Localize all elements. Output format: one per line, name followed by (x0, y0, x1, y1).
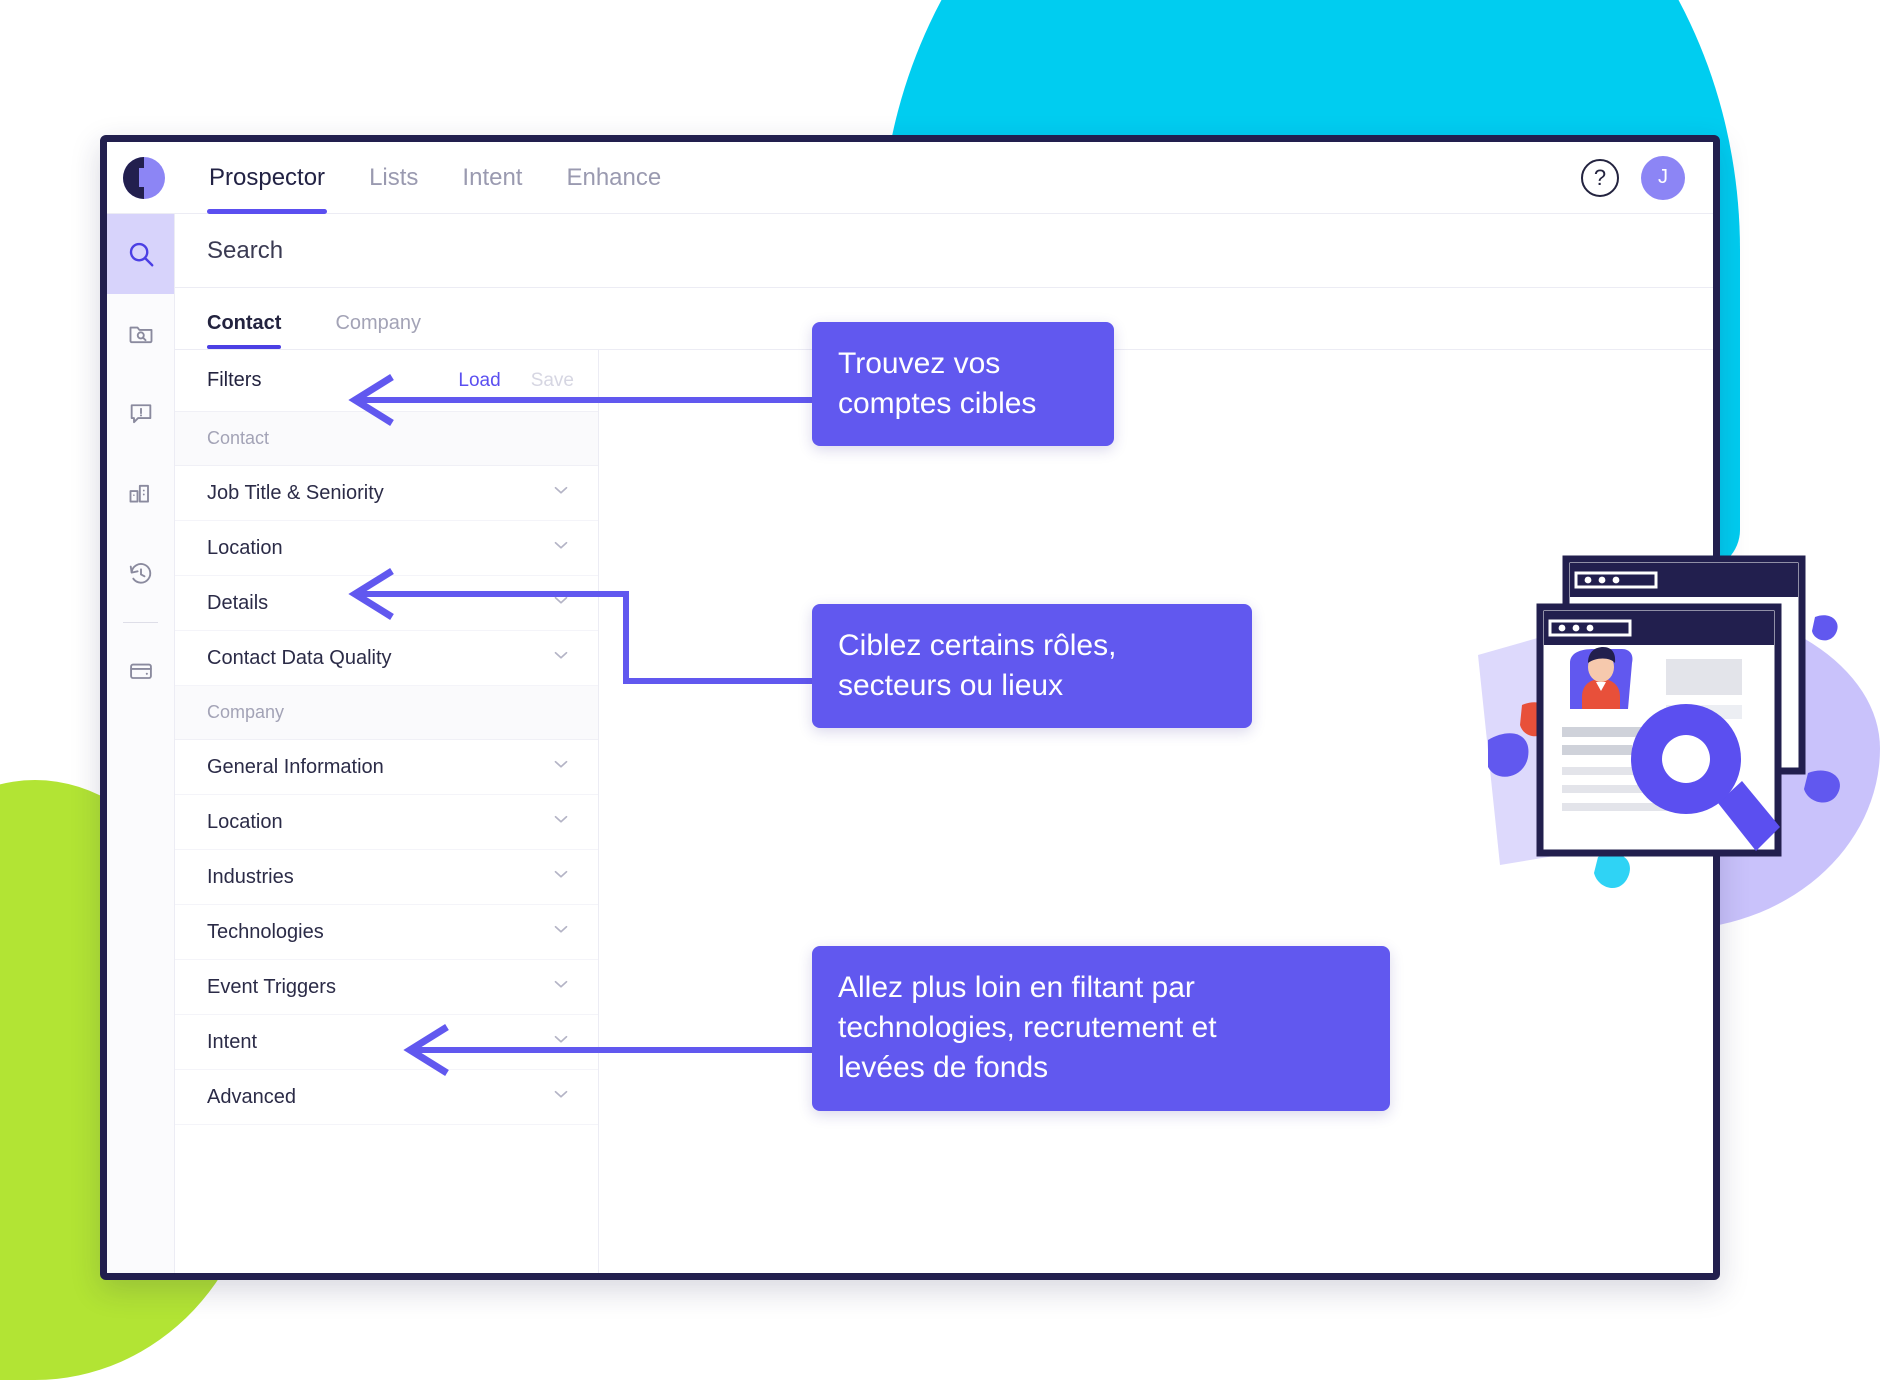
filter-row-label: Location (207, 536, 283, 559)
chevron-down-icon (550, 808, 572, 836)
rail-item-saved-searches[interactable] (107, 294, 174, 374)
filter-row-label: Job Title & Seniority (207, 481, 384, 504)
filter-row-advanced[interactable]: Advanced (175, 1070, 598, 1125)
chevron-down-icon (550, 973, 572, 1001)
nav-tab-enhance[interactable]: Enhance (544, 142, 683, 214)
filter-row-label: Technologies (207, 920, 324, 943)
help-icon[interactable]: ? (1581, 158, 1619, 197)
buildings-icon (127, 480, 155, 508)
logo-icon (123, 156, 165, 199)
avatar-initial: J (1658, 166, 1668, 188)
save-filters-button[interactable]: Save (531, 370, 574, 392)
nav-tab-lists[interactable]: Lists (347, 142, 440, 214)
chevron-down-icon (550, 589, 572, 617)
nav-tab-prospector-label: Prospector (209, 163, 326, 191)
filters-panel: Filters Load Save Contact Job Title & Se… (175, 350, 599, 1273)
nav-tab-prospector[interactable]: Prospector (187, 142, 347, 214)
filter-row-label: Advanced (207, 1085, 296, 1108)
filter-group-company-header: Company (175, 686, 598, 740)
history-clock-icon (127, 560, 155, 588)
wallet-icon (127, 657, 155, 685)
rail-item-alerts[interactable] (107, 374, 174, 454)
filter-group-contact-header: Contact (175, 412, 598, 466)
subtab-contact[interactable]: Contact (207, 312, 287, 349)
filter-row-technologies[interactable]: Technologies (175, 905, 598, 960)
chevron-down-icon (550, 534, 572, 562)
nav-tab-intent[interactable]: Intent (440, 142, 544, 214)
rail-item-billing[interactable] (107, 631, 174, 711)
load-filters-button[interactable]: Load (458, 370, 500, 392)
search-bar[interactable]: Search (175, 214, 1713, 288)
filter-row-intent[interactable]: Intent (175, 1015, 598, 1070)
nav-tab-intent-label: Intent (462, 163, 523, 191)
callout-find-target-accounts: Trouvez vos comptes cibles (812, 322, 1114, 447)
chevron-down-icon (550, 753, 572, 781)
filters-header: Filters Load Save (175, 350, 598, 412)
nav-tab-enhance-label: Enhance (566, 163, 662, 191)
filter-row-label: Intent (207, 1030, 258, 1053)
filter-row-label: Industries (207, 865, 294, 888)
callout-target-roles: Ciblez certains rôles, secteurs ou lieux (812, 604, 1252, 729)
top-navbar: Prospector Lists Intent Enhance ? J (107, 142, 1713, 214)
filter-row-job-title-seniority[interactable]: Job Title & Seniority (175, 466, 598, 521)
topbar-right-actions: ? J (1581, 155, 1713, 200)
filters-actions: Load Save (458, 370, 574, 392)
confetti-cyan-bottom (1594, 853, 1630, 889)
confetti-purple-top (1812, 615, 1838, 641)
subtab-company-label: Company (335, 312, 422, 334)
chevron-down-icon (550, 1028, 572, 1056)
help-icon-glyph: ? (1593, 164, 1607, 190)
subtab-contact-label: Contact (207, 312, 282, 334)
rail-divider (123, 622, 158, 623)
alert-message-icon (127, 400, 155, 428)
subtab-company[interactable]: Company (335, 312, 427, 349)
filter-row-event-triggers[interactable]: Event Triggers (175, 960, 598, 1015)
callout-advanced-filters: Allez plus loin en filtant par technolog… (812, 946, 1390, 1111)
filter-row-industries[interactable]: Industries (175, 850, 598, 905)
rail-item-search[interactable] (107, 214, 174, 294)
icon-rail (107, 214, 175, 1273)
main-nav-tabs: Prospector Lists Intent Enhance (187, 142, 683, 214)
search-illustration (1478, 555, 1840, 889)
chevron-down-icon (550, 918, 572, 946)
folder-search-icon (127, 320, 155, 348)
search-label: Search (207, 236, 284, 264)
filter-row-label: Details (207, 591, 269, 614)
chevron-down-icon (550, 479, 572, 507)
confetti-purple-right (1804, 770, 1840, 803)
chevron-down-icon (550, 863, 572, 891)
filter-row-label: General Information (207, 755, 384, 778)
filter-row-company-location[interactable]: Location (175, 795, 598, 850)
rail-item-companies[interactable] (107, 454, 174, 534)
rail-item-history[interactable] (107, 534, 174, 614)
filter-row-label: Location (207, 810, 283, 833)
filter-row-contact-data-quality[interactable]: Contact Data Quality (175, 631, 598, 686)
filter-row-general-information[interactable]: General Information (175, 740, 598, 795)
page-root: Prospector Lists Intent Enhance ? J Sear… (0, 0, 1900, 1400)
search-icon (126, 239, 156, 269)
filters-title: Filters (207, 369, 262, 391)
filter-row-label: Contact Data Quality (207, 646, 392, 669)
filter-row-label: Event Triggers (207, 975, 336, 998)
filter-row-contact-location[interactable]: Location (175, 521, 598, 576)
nav-tab-lists-label: Lists (369, 163, 419, 191)
chevron-down-icon (550, 644, 572, 672)
avatar[interactable]: J (1641, 155, 1685, 200)
chevron-down-icon (550, 1083, 572, 1111)
filter-row-details[interactable]: Details (175, 576, 598, 631)
